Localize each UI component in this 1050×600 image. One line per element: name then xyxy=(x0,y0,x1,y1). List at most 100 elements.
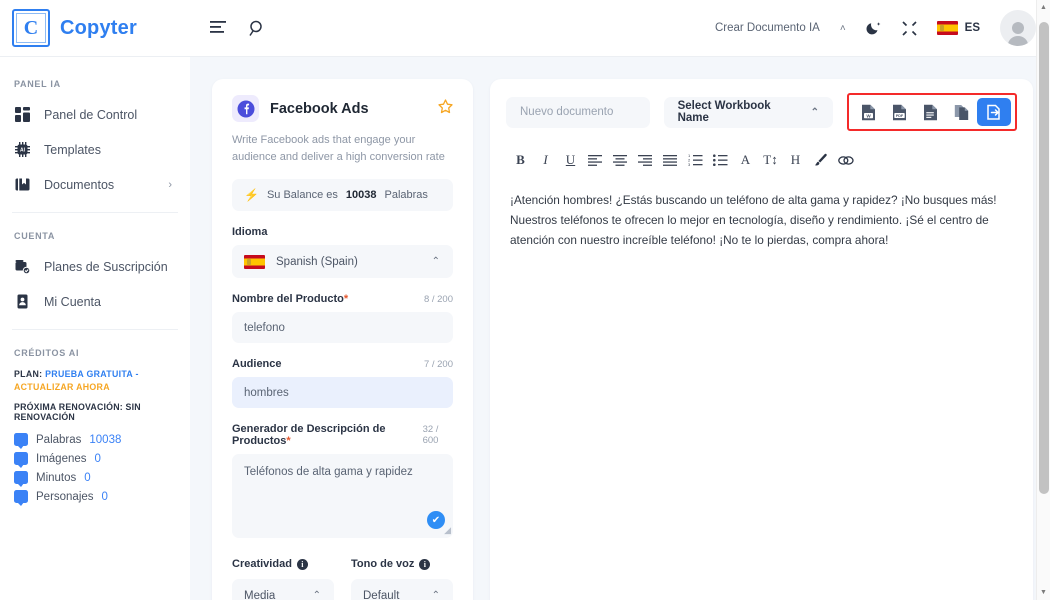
balance-prefix: Su Balance es xyxy=(266,189,338,202)
workbook-select[interactable]: Select Workbook Name ⌃ xyxy=(663,96,833,128)
language-field-head: Idioma xyxy=(232,226,453,238)
menu-icon[interactable] xyxy=(210,21,227,35)
bold-button[interactable]: B xyxy=(508,149,533,171)
document-content[interactable]: ¡Atención hombres! ¿Estás buscando un te… xyxy=(506,191,1017,250)
font-size-button[interactable]: T↕ xyxy=(758,149,783,171)
language-field: Idioma Spanish (Spain) ⌃ xyxy=(232,226,453,279)
subscription-icon xyxy=(14,258,31,275)
account-card-icon xyxy=(14,293,31,310)
language-selector[interactable]: ES xyxy=(936,21,980,35)
spain-flag-icon xyxy=(936,21,958,35)
plan-upgrade-link[interactable]: ACTUALIZAR AHORA xyxy=(14,382,110,392)
info-icon[interactable]: i xyxy=(419,559,431,571)
chevron-right-icon: › xyxy=(168,178,172,191)
heading-button[interactable]: H xyxy=(783,149,808,171)
sidebar-item-label: Documentos xyxy=(44,177,115,192)
tone-field: Tono de voz i Default ⌃ xyxy=(351,554,453,600)
plan-key: PLAN: xyxy=(14,369,43,379)
sidebar-item-label: Panel de Control xyxy=(44,107,138,122)
credit-label: Personajes xyxy=(36,490,94,503)
product-name-input[interactable]: telefono xyxy=(232,312,453,344)
svg-text:W: W xyxy=(866,113,871,118)
sidebar-item-label: Mi Cuenta xyxy=(44,294,101,309)
export-pdf-button[interactable]: PDF xyxy=(884,99,915,125)
sidebar-item-documentos[interactable]: Documentos › xyxy=(0,167,190,202)
plan-value: PRUEBA GRATUITA - xyxy=(45,369,139,379)
credit-value: 0 xyxy=(101,490,108,503)
sidebar-section-credits: CRÉDITOS AI xyxy=(14,348,80,358)
star-icon[interactable] xyxy=(438,99,453,118)
align-justify-button[interactable] xyxy=(658,149,683,171)
sidebar-item-templates[interactable]: AI Templates xyxy=(0,132,190,167)
scroll-down-arrow[interactable]: ▼ xyxy=(1040,589,1047,596)
italic-button[interactable]: I xyxy=(533,149,558,171)
resize-grip[interactable]: ◢ xyxy=(444,524,451,538)
sidebar-item-panel-de-control[interactable]: Panel de Control xyxy=(0,97,190,132)
words-credit-icon xyxy=(14,433,28,450)
credit-value: 0 xyxy=(84,471,91,484)
avatar[interactable] xyxy=(1000,10,1036,46)
sidebar-item-mi-cuenta[interactable]: Mi Cuenta xyxy=(0,284,190,319)
template-header: Facebook Ads xyxy=(232,95,453,122)
compress-icon[interactable] xyxy=(902,20,917,36)
export-text-button[interactable] xyxy=(915,99,946,125)
page-scrollbar[interactable]: ▲ ▼ xyxy=(1036,0,1050,600)
language-select-value: Spanish (Spain) xyxy=(276,255,358,268)
tone-select[interactable]: Default ⌃ xyxy=(351,579,453,600)
workbook-label: Select Workbook Name xyxy=(677,100,771,124)
export-word-button[interactable]: W xyxy=(853,99,884,125)
audience-counter: 7 / 200 xyxy=(423,359,453,371)
header-left-icons xyxy=(190,20,266,37)
product-description-field: Generador de Descripción de Productos* 3… xyxy=(232,423,453,539)
product-description-value: Teléfonos de alta gama y rapidez xyxy=(244,466,413,479)
align-right-button[interactable] xyxy=(633,149,658,171)
unordered-list-button[interactable] xyxy=(708,149,733,171)
document-toolbar: Nuevo documento Select Workbook Name ⌃ W… xyxy=(506,93,1017,131)
align-center-button[interactable] xyxy=(608,149,633,171)
credit-value: 10038 xyxy=(89,433,122,446)
export-button-group: W PDF xyxy=(847,93,1017,131)
product-name-counter: 8 / 200 xyxy=(423,294,453,306)
required-mark: * xyxy=(286,435,291,448)
sidebar-item-planes-de-suscripcion[interactable]: Planes de Suscripción xyxy=(0,249,190,284)
info-icon[interactable]: i xyxy=(296,559,308,571)
font-color-button[interactable]: A xyxy=(733,149,758,171)
confirm-check-icon[interactable]: ✔ xyxy=(427,511,445,530)
scrollbar-thumb[interactable] xyxy=(1039,22,1049,494)
link-button[interactable] xyxy=(833,149,858,171)
brand-logo[interactable]: C Copyter xyxy=(0,9,190,47)
chevron-up-icon: ⌃ xyxy=(431,590,440,600)
document-name-input[interactable]: Nuevo documento xyxy=(506,96,650,128)
language-select[interactable]: Spanish (Spain) ⌃ xyxy=(232,245,453,279)
images-credit-icon xyxy=(14,452,28,469)
plan-status: PLAN: PRUEBA GRATUITA - ACTUALIZAR AHORA xyxy=(0,366,190,398)
align-left-button[interactable] xyxy=(583,149,608,171)
save-document-button[interactable] xyxy=(977,98,1011,126)
underline-button[interactable]: U xyxy=(558,149,583,171)
copy-document-button[interactable] xyxy=(946,99,977,125)
lightning-icon: ⚡ xyxy=(244,188,259,203)
product-name-label-text: Nombre del Producto xyxy=(232,293,344,306)
chevron-up-icon: ⌃ xyxy=(312,590,321,600)
tone-label: Tono de voz xyxy=(351,558,415,571)
product-description-textarea[interactable]: Teléfonos de alta gama y rapidez ✔ ◢ xyxy=(232,454,453,539)
scroll-up-arrow[interactable]: ▲ xyxy=(1040,4,1047,11)
creativity-select[interactable]: Media ⌃ xyxy=(232,579,334,600)
sidebar-divider xyxy=(12,212,178,213)
create-document-dropdown[interactable]: Crear Documento IA ˄ xyxy=(715,22,846,34)
sidebar-section-account: CUENTA xyxy=(14,231,56,241)
audience-input[interactable]: hombres xyxy=(232,377,453,409)
moon-icon[interactable] xyxy=(866,20,882,36)
search-icon[interactable] xyxy=(249,20,266,37)
language-code: ES xyxy=(964,22,980,34)
sidebar-item-label: Planes de Suscripción xyxy=(44,259,168,274)
audience-field-head: Audience 7 / 200 xyxy=(232,358,453,370)
product-description-label-text: Generador de Descripción de Productos xyxy=(232,423,386,448)
brush-button[interactable] xyxy=(808,149,833,171)
main-content: Facebook Ads Write Facebook ads that eng… xyxy=(190,57,1050,600)
tone-value: Default xyxy=(363,589,400,600)
credit-row: Imágenes 0 xyxy=(0,449,190,469)
chevron-up-icon: ⌃ xyxy=(431,256,440,268)
ordered-list-button[interactable]: 1 2 3 xyxy=(683,149,708,171)
chevron-up-icon: ⌃ xyxy=(810,106,819,118)
